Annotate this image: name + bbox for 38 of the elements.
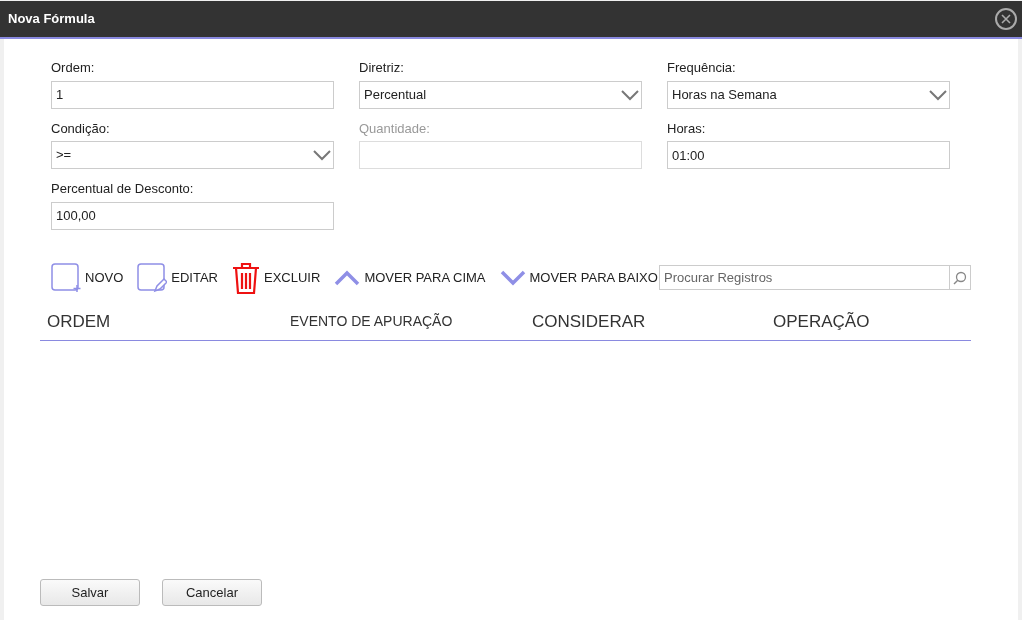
- toolbar-button[interactable]: MOVER PARA BAIXO: [499, 267, 658, 288]
- close-icon: [1001, 14, 1011, 24]
- toolbar-button[interactable]: NOVO: [51, 262, 124, 293]
- chevron-down-icon: [499, 269, 526, 286]
- input-field[interactable]: 100,00: [51, 201, 334, 230]
- column-header: CONSIDERAR: [532, 310, 647, 333]
- close-button[interactable]: [995, 8, 1017, 30]
- column-header: ORDEM: [47, 310, 112, 333]
- edit-pencil-icon: [137, 262, 168, 293]
- input-field[interactable]: 01:00: [667, 141, 950, 169]
- toolbar-button[interactable]: MOVER PARA CIMA: [334, 267, 486, 288]
- field-label: Quantidade:: [359, 119, 431, 138]
- chevron-down-icon: [313, 149, 331, 161]
- field-label: Diretriz:: [359, 59, 405, 77]
- chevron-up-icon: [334, 269, 361, 286]
- column-header: OPERAÇÃO: [773, 310, 871, 333]
- search-button[interactable]: [949, 265, 971, 290]
- select-field[interactable]: Percentual: [359, 80, 642, 109]
- select-field[interactable]: Horas na Semana: [667, 80, 950, 109]
- select-field[interactable]: >=: [51, 141, 334, 169]
- chevron-down-icon: [929, 88, 947, 101]
- column-header: EVENTO DE APURAÇÃO: [290, 312, 454, 331]
- search-field[interactable]: Procurar Registros: [659, 265, 949, 290]
- field-label: Ordem:: [51, 59, 96, 77]
- field-label: Horas:: [667, 119, 707, 138]
- window-title: Nova Fórmula: [8, 10, 95, 29]
- dialog-button[interactable]: Cancelar: [162, 579, 262, 606]
- trash-icon: [232, 261, 260, 294]
- dialog-button[interactable]: Salvar: [40, 579, 140, 606]
- toolbar-button[interactable]: EDITAR: [137, 262, 218, 293]
- field-label: Frequência:: [667, 59, 737, 77]
- search-icon: [953, 270, 967, 285]
- field-label: Percentual de Desconto:: [51, 180, 195, 198]
- chevron-down-icon: [621, 88, 639, 101]
- field-label: Condição:: [51, 119, 111, 138]
- input-field[interactable]: 1: [51, 80, 334, 109]
- toolbar-button[interactable]: EXCLUIR: [232, 261, 321, 294]
- new-document-icon: [51, 262, 81, 293]
